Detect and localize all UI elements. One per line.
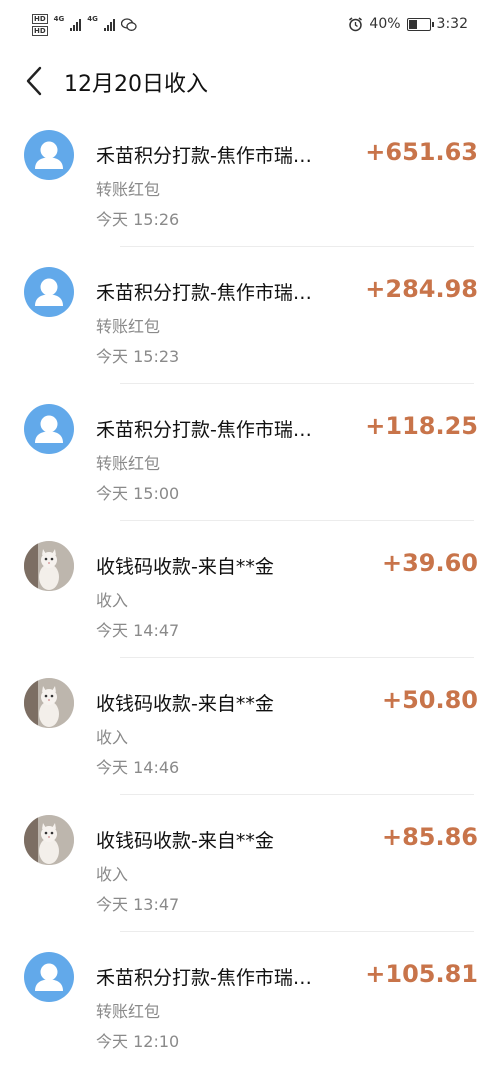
transaction-type: 转账红包 [96,454,161,473]
transaction-item[interactable]: 禾苗积分打款-焦作市瑞… 转账红包 今天 12:10 +105.81 [0,932,500,1069]
transaction-type: 转账红包 [96,1002,161,1021]
cat-photo-icon [24,678,74,728]
avatar [24,541,74,591]
status-bar: HD HD 4G 4G 40% 3:32 [0,0,500,52]
transaction-type: 转账红包 [96,317,161,336]
transaction-title: 禾苗积分打款-焦作市瑞… [96,145,312,167]
transaction-item[interactable]: 收钱码收款-来自**金 收入 今天 13:47 +85.86 [0,795,500,932]
network-type-label: 4G [87,15,98,23]
header-bar: 12月20日收入 [0,52,500,110]
cat-photo-icon [24,541,74,591]
status-right: 40% 3:32 [348,16,468,32]
transaction-type: 转账红包 [96,180,161,199]
alarm-icon [349,16,363,31]
transaction-type: 收入 [96,865,129,884]
avatar [24,130,74,180]
transaction-item[interactable]: 禾苗积分打款-焦作市瑞… 转账红包 今天 15:00 +118.25 [0,384,500,521]
hd-label: HD [32,14,48,24]
transaction-time: 今天 15:26 [96,210,180,229]
chevron-left-icon [26,66,42,96]
clock: 3:32 [436,16,468,32]
transaction-amount: +85.86 [381,823,478,851]
transaction-title: 禾苗积分打款-焦作市瑞… [96,419,312,441]
transaction-item[interactable]: 禾苗积分打款-焦作市瑞… 转账红包 今天 15:26 +651.63 [0,110,500,247]
hd-label: HD [32,26,48,36]
transaction-type: 收入 [96,728,129,747]
transaction-amount: +50.80 [381,686,478,714]
status-left: HD HD 4G 4G [32,14,137,36]
transaction-item[interactable]: 收钱码收款-来自**金 收入 今天 14:47 +39.60 [0,521,500,658]
battery-icon [406,17,434,31]
avatar [24,404,74,454]
user-default-icon [35,415,63,443]
transaction-title: 收钱码收款-来自**金 [96,693,274,715]
transaction-time: 今天 15:23 [96,347,180,366]
transaction-title: 禾苗积分打款-焦作市瑞… [96,967,312,989]
user-default-icon [35,141,63,169]
transaction-item[interactable]: 禾苗积分打款-焦作市瑞… 转账红包 今天 15:23 +284.98 [0,247,500,384]
transaction-amount: +39.60 [381,549,478,577]
hd-icon: HD HD [32,14,48,36]
transaction-time: 今天 12:10 [96,1032,180,1051]
signal-icon [103,19,115,31]
transaction-title: 禾苗积分打款-焦作市瑞… [96,282,312,304]
transaction-amount: +105.81 [365,960,478,988]
transaction-time: 今天 15:00 [96,484,180,503]
avatar [24,678,74,728]
transaction-amount: +651.63 [365,138,478,166]
transaction-title: 收钱码收款-来自**金 [96,830,274,852]
transaction-time: 今天 13:47 [96,895,180,914]
signal-icon [70,19,82,31]
transaction-time: 今天 14:46 [96,758,180,777]
user-default-icon [35,278,63,306]
transaction-amount: +118.25 [365,412,478,440]
battery-percent: 40% [369,16,401,32]
battery-fill [408,19,418,29]
transaction-type: 收入 [96,591,129,610]
transaction-list: 禾苗积分打款-焦作市瑞… 转账红包 今天 15:26 +651.63 禾苗积分打… [0,110,500,1069]
wechat-icon [120,18,137,31]
network-type-label: 4G [53,15,65,23]
avatar [24,267,74,317]
avatar [24,952,74,1002]
user-default-icon [35,963,63,991]
back-button[interactable] [20,64,50,98]
avatar [24,815,74,865]
cat-photo-icon [24,815,74,865]
transaction-time: 今天 14:47 [96,621,180,640]
page-title: 12月20日收入 [64,72,208,97]
transaction-amount: +284.98 [365,275,478,303]
transaction-item[interactable]: 收钱码收款-来自**金 收入 今天 14:46 +50.80 [0,658,500,795]
transaction-title: 收钱码收款-来自**金 [96,556,274,578]
